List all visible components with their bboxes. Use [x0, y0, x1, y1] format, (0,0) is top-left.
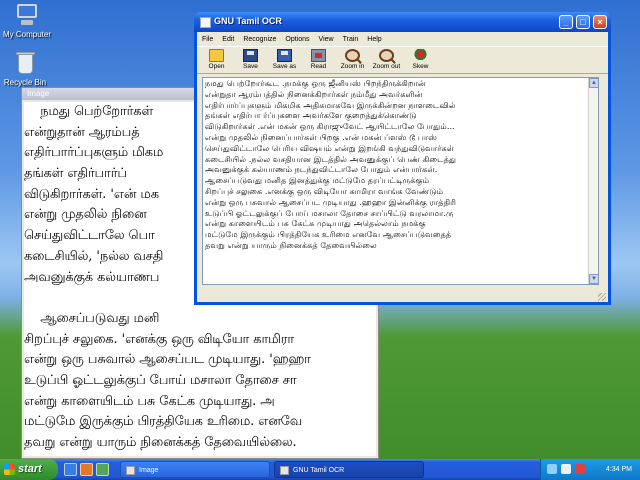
- recognized-text-line[interactable]: நமது பெற்றோர்கூட .நமக்கு ஒரு ஜீனியஸ் பிற…: [205, 78, 591, 89]
- maximize-button[interactable]: □: [576, 15, 590, 29]
- window-icon: [280, 466, 289, 475]
- recognized-text-line[interactable]: உடுப்பி ஓட்டலுக்குப் போய் மசாலா தோசை சாப…: [205, 208, 591, 219]
- taskbar-item-gnu-tamil-ocr[interactable]: GNU Tamil OCR: [274, 461, 424, 478]
- scanned-text-line: தவறு என்று யாரும் நினைக்கத் தேவையில்லை.: [24, 435, 297, 450]
- floppy-disk-icon: [243, 49, 258, 62]
- desktop-icon-label: Recycle Bin: [3, 78, 47, 87]
- ocr-window-titlebar[interactable]: GNU Tamil OCR _ □ ×: [194, 12, 611, 32]
- volume-icon[interactable]: [561, 464, 571, 474]
- recognized-text-line[interactable]: அவனுக்குக் கல்யாணம் நடந்துவிட்டாலே போதும…: [205, 164, 591, 175]
- menu-bar: File Edit Recognize Options View Train H…: [197, 32, 608, 46]
- vertical-scrollbar[interactable]: ▲ ▼: [588, 78, 598, 284]
- folder-open-icon: [209, 49, 224, 62]
- minimize-button[interactable]: _: [559, 15, 573, 29]
- recognized-text-line[interactable]: என்று முதலில் நினைப்பார்கள் பிறகு .என் ம…: [205, 132, 591, 143]
- resize-grip-icon[interactable]: [598, 293, 606, 301]
- network-icon[interactable]: [547, 464, 557, 474]
- recognized-text-line[interactable]: ஆசைப்படுவது மனித இனத்துக்கு மட்டுமே தரப்…: [205, 175, 591, 186]
- taskbar-item-label: Image: [139, 467, 159, 474]
- scanned-text-line: என்று காளையிடம் பசு கேட்க முடியாது. அ: [24, 393, 275, 409]
- skew-button[interactable]: Skew: [405, 47, 436, 74]
- save-button[interactable]: Save: [235, 47, 266, 74]
- scanned-text-line: என்று ஒரு பசுவால் ஆசைப்பட முடியாது. 'ஹஹா: [24, 352, 311, 368]
- security-icon[interactable]: [575, 464, 585, 474]
- zoom-in-icon: [345, 49, 360, 62]
- save-as-button[interactable]: Save as: [269, 47, 300, 74]
- quicklaunch-media-icon[interactable]: [80, 463, 93, 476]
- scanned-text-line: மட்டுமே இருக்கும் பிரத்தியேக உரிமை. எனவே: [24, 414, 303, 430]
- ocr-window-title: GNU Tamil OCR: [214, 16, 282, 26]
- recognized-text[interactable]: நமது பெற்றோர்கூட .நமக்கு ஒரு ஜீனியஸ் பிற…: [205, 78, 591, 251]
- recognized-text-line[interactable]: கடைசியில் .நல்ல வசதியான இடத்தில் அவனுக்க…: [205, 154, 591, 165]
- start-button[interactable]: start: [0, 459, 58, 480]
- desktop-icon-my-computer[interactable]: My Computer: [0, 2, 62, 39]
- recognized-text-line[interactable]: தங்கள் எதிர்பா ர்ப்புகளை அவர்களே குறைத்த…: [205, 110, 591, 121]
- skew-icon: [413, 49, 428, 62]
- toolbar: Open Save Save as Read Zoom in Zoom out …: [197, 46, 608, 74]
- taskbar-item-label: GNU Tamil OCR: [293, 467, 345, 474]
- recognized-text-line[interactable]: என்று காளையிடம் பசு கேட்க முடியாது அதெல்…: [205, 218, 591, 229]
- status-bar: [197, 292, 608, 302]
- scanned-text-line: சிறப்புச் சலுகை. 'எனக்கு ஒரு விடியோ காமி…: [24, 331, 295, 347]
- taskbar: start Image GNU Tamil OCR 4:34 PM: [0, 459, 640, 480]
- start-label: start: [18, 463, 42, 475]
- ocr-window[interactable]: GNU Tamil OCR _ □ × File Edit Recognize …: [194, 12, 611, 305]
- quicklaunch-browser-icon[interactable]: [64, 463, 77, 476]
- quicklaunch-desktop-icon[interactable]: [96, 463, 109, 476]
- scanner-read-icon: [311, 49, 326, 62]
- desktop-icon-recycle-bin[interactable]: Recycle Bin: [0, 50, 60, 87]
- desktop-icon-label: My Computer: [2, 30, 51, 39]
- recognized-text-line[interactable]: என்றுதா ஆரம்பத்தில் நினைக்கிறார்கள் நம்ம…: [205, 89, 591, 100]
- recognized-text-line[interactable]: சிறப்புச் சலுகை .எனக்கு ஒரு விடியோ காமிர…: [205, 186, 591, 197]
- scanned-text-line: ஆசைப்படுவது மனி: [24, 310, 160, 326]
- recognized-text-line[interactable]: விடுகிறார்கள் .என் மகன் ஒரு கிராஜுவேட் ஆ…: [205, 121, 591, 132]
- recognized-text-line[interactable]: எதிர்பார்ப்புகளும் மிகமிக அதிகமாகவே இருக…: [205, 100, 591, 111]
- zoom-in-button[interactable]: Zoom in: [337, 47, 368, 74]
- menu-help[interactable]: Help: [367, 36, 381, 43]
- menu-recognize[interactable]: Recognize: [243, 36, 276, 43]
- ocr-text-area[interactable]: நமது பெற்றோர்கூட .நமக்கு ஒரு ஜீனியஸ் பிற…: [202, 77, 599, 285]
- recycle-bin-icon: [11, 50, 39, 76]
- menu-view[interactable]: View: [319, 36, 334, 43]
- zoom-out-icon: [379, 49, 394, 62]
- image-window-title: Image: [27, 89, 50, 98]
- window-icon: [126, 466, 135, 475]
- close-button[interactable]: ×: [593, 15, 607, 29]
- scanned-text-line: உடுப்பி ஓட்டலுக்குப் போய் மசாலா தோசை சா: [24, 372, 297, 388]
- recognized-text-line[interactable]: செய்துவிட்டாலே பெரிய விஷயம் என்று இறங்கி…: [205, 143, 591, 154]
- windows-logo-icon: [4, 464, 15, 475]
- read-button[interactable]: Read: [303, 47, 334, 74]
- clock[interactable]: 4:34 PM: [606, 459, 632, 480]
- taskbar-item-image[interactable]: Image: [120, 461, 270, 478]
- menu-options[interactable]: Options: [285, 36, 309, 43]
- recognized-text-line[interactable]: என்று ஒரு பசுவால் ஆசைப்பட முடியாது .ஹஹா …: [205, 197, 591, 208]
- my-computer-icon: [13, 2, 41, 28]
- floppy-disk-save-as-icon: [277, 49, 292, 62]
- menu-train[interactable]: Train: [343, 36, 359, 43]
- recognized-text-line[interactable]: மட்டுமே இருக்கும் பிரத்தியேக உரிமை எனவே …: [205, 229, 591, 240]
- scroll-up-icon[interactable]: ▲: [589, 78, 598, 88]
- app-icon: [200, 17, 211, 28]
- system-tray: 4:34 PM: [540, 459, 640, 480]
- zoom-out-button[interactable]: Zoom out: [371, 47, 402, 74]
- menu-file[interactable]: File: [202, 36, 213, 43]
- menu-edit[interactable]: Edit: [222, 36, 234, 43]
- open-button[interactable]: Open: [201, 47, 232, 74]
- recognized-text-line[interactable]: தவறு என்று யாரும் நினைக்கத் தேவையில்லை: [205, 240, 591, 251]
- scroll-down-icon[interactable]: ▼: [589, 274, 598, 284]
